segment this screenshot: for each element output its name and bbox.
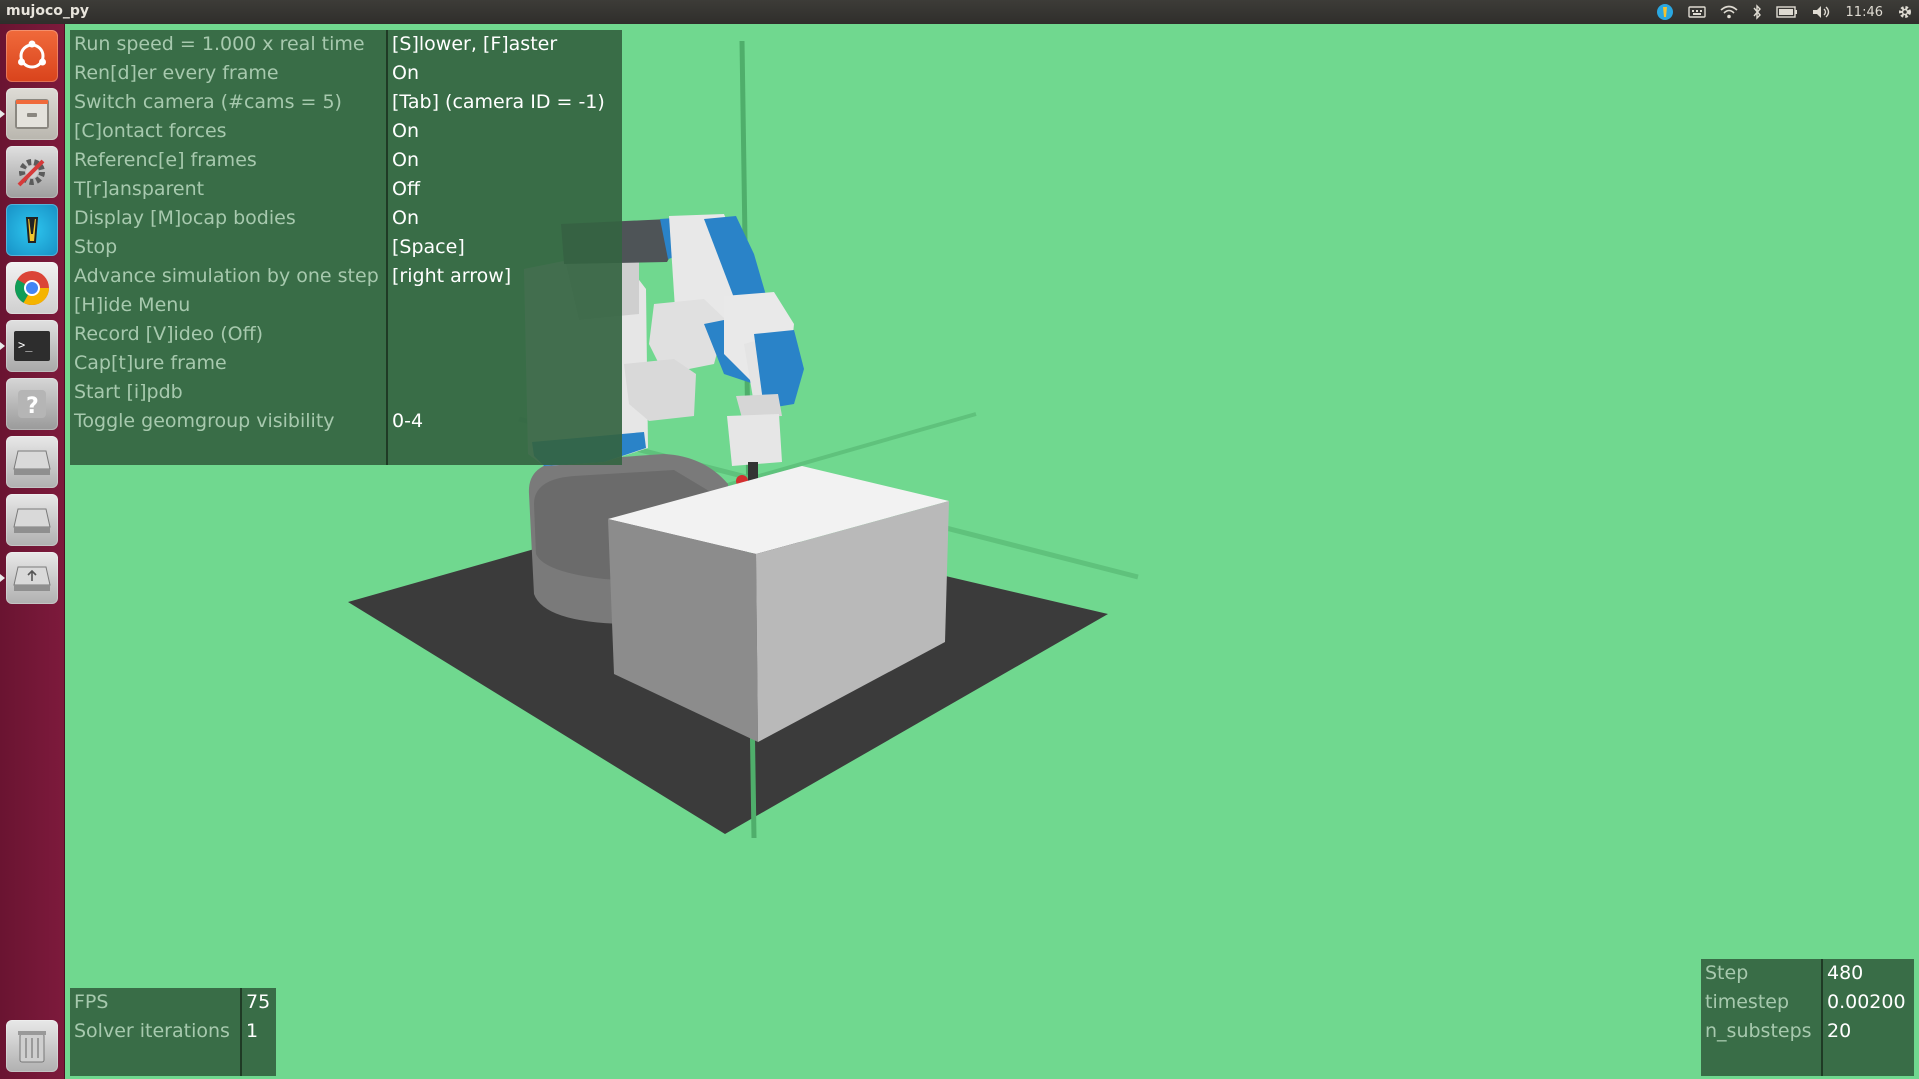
help-row-value: [Space] — [392, 236, 465, 258]
files-icon[interactable] — [0, 88, 58, 140]
help-row-value: [Tab] (camera ID = -1) — [392, 91, 605, 113]
svg-text:>_: >_ — [18, 338, 33, 352]
desktop-screen: mujoco_py 11:46 >_ ? Run speed = 1.000 x… — [0, 0, 1919, 1079]
help-row-value: 0-4 — [392, 410, 424, 432]
robot-wrist — [727, 414, 782, 466]
drive-icon[interactable] — [6, 436, 58, 488]
fps-value: 75 — [246, 991, 271, 1013]
app-icon[interactable] — [6, 204, 58, 256]
window-title: mujoco_py — [6, 3, 90, 19]
top-menu-bar: mujoco_py 11:46 — [0, 0, 1919, 24]
n-substeps-label: n_substeps — [1705, 1020, 1812, 1042]
indicator-app-icon[interactable] — [1656, 0, 1674, 24]
step-panel-values: 480 0.00200 20 — [1823, 959, 1914, 1076]
running-indicator — [0, 574, 5, 582]
timestep-value: 0.00200 — [1827, 991, 1906, 1013]
clock[interactable]: 11:46 — [1846, 5, 1883, 20]
fps-panel: FPS Solver iterations 75 1 — [70, 988, 276, 1076]
bluetooth-icon[interactable] — [1752, 0, 1762, 24]
battery-icon[interactable] — [1775, 0, 1798, 24]
launcher-sidebar: >_ ? — [0, 24, 65, 1079]
dash-icon[interactable] — [6, 30, 58, 82]
help-row-value: [S]lower, [F]aster — [392, 33, 558, 55]
running-indicator — [0, 110, 5, 118]
help-row-value — [388, 320, 622, 349]
help-row-key: Referenc[e] frames — [74, 149, 257, 171]
fps-panel-keys: FPS Solver iterations — [70, 988, 242, 1076]
system-settings-icon[interactable] — [6, 146, 58, 198]
timestep-label: timestep — [1705, 991, 1790, 1013]
help-row-key: Advance simulation by one step — [74, 265, 379, 287]
help-row-key: Start [i]pdb — [74, 381, 183, 403]
help-row-value: On — [392, 120, 419, 142]
help-row-key: Toggle geomgroup visibility — [74, 410, 335, 432]
terminal-icon[interactable]: >_ — [0, 320, 58, 372]
step-label: Step — [1705, 962, 1749, 984]
svg-text:?: ? — [26, 394, 39, 419]
help-row-key: Display [M]ocap bodies — [74, 207, 296, 229]
help-row-key: Stop — [74, 236, 118, 258]
help-row-value: Off — [392, 178, 421, 200]
step-panel-keys: Step timestep n_substeps — [1701, 959, 1823, 1076]
step-panel: Step timestep n_substeps 480 0.00200 20 — [1701, 959, 1914, 1076]
help-menu-keys: Run speed = 1.000 x real time Ren[d]er e… — [70, 30, 388, 465]
help-icon[interactable]: ? — [6, 378, 58, 430]
system-tray: 11:46 — [1656, 0, 1913, 24]
wifi-icon[interactable] — [1720, 0, 1738, 24]
drive-icon-2[interactable] — [6, 494, 58, 546]
solver-iterations-value: 1 — [246, 1020, 259, 1042]
gear-icon[interactable] — [1897, 0, 1913, 24]
help-row-key: Cap[t]ure frame — [74, 352, 227, 374]
help-row-key: Run speed = 1.000 x real time — [74, 33, 365, 55]
help-menu-panel: Run speed = 1.000 x real time Ren[d]er e… — [70, 30, 622, 465]
help-menu-values: [S]lower, [F]aster On [Tab] (camera ID =… — [388, 30, 622, 465]
help-row-key: [H]ide Menu — [74, 294, 191, 316]
help-row-key: Switch camera (#cams = 5) — [74, 91, 342, 113]
help-row-key: [C]ontact forces — [74, 120, 227, 142]
usb-drive-icon[interactable] — [0, 552, 58, 604]
keyboard-icon[interactable] — [1687, 0, 1706, 24]
help-row-value: On — [392, 62, 419, 84]
fps-label: FPS — [74, 991, 109, 1013]
help-row-key: T[r]ansparent — [74, 178, 205, 200]
help-row-value: [right arrow] — [392, 265, 512, 287]
help-row-value: On — [392, 207, 419, 229]
help-row-key: Ren[d]er every frame — [74, 62, 279, 84]
fps-panel-values: 75 1 — [242, 988, 276, 1076]
n-substeps-value: 20 — [1827, 1020, 1852, 1042]
help-row-value — [388, 349, 622, 378]
help-row-value — [388, 378, 622, 407]
help-row-key: Record [V]ideo (Off) — [74, 323, 264, 345]
solver-iterations-label: Solver iterations — [74, 1020, 230, 1042]
chrome-icon[interactable] — [6, 262, 58, 314]
step-value: 480 — [1827, 962, 1864, 984]
running-indicator — [0, 342, 5, 350]
trash-icon[interactable] — [6, 1020, 58, 1072]
help-row-value — [388, 291, 622, 320]
volume-icon[interactable] — [1812, 0, 1832, 24]
help-row-value: On — [392, 149, 419, 171]
